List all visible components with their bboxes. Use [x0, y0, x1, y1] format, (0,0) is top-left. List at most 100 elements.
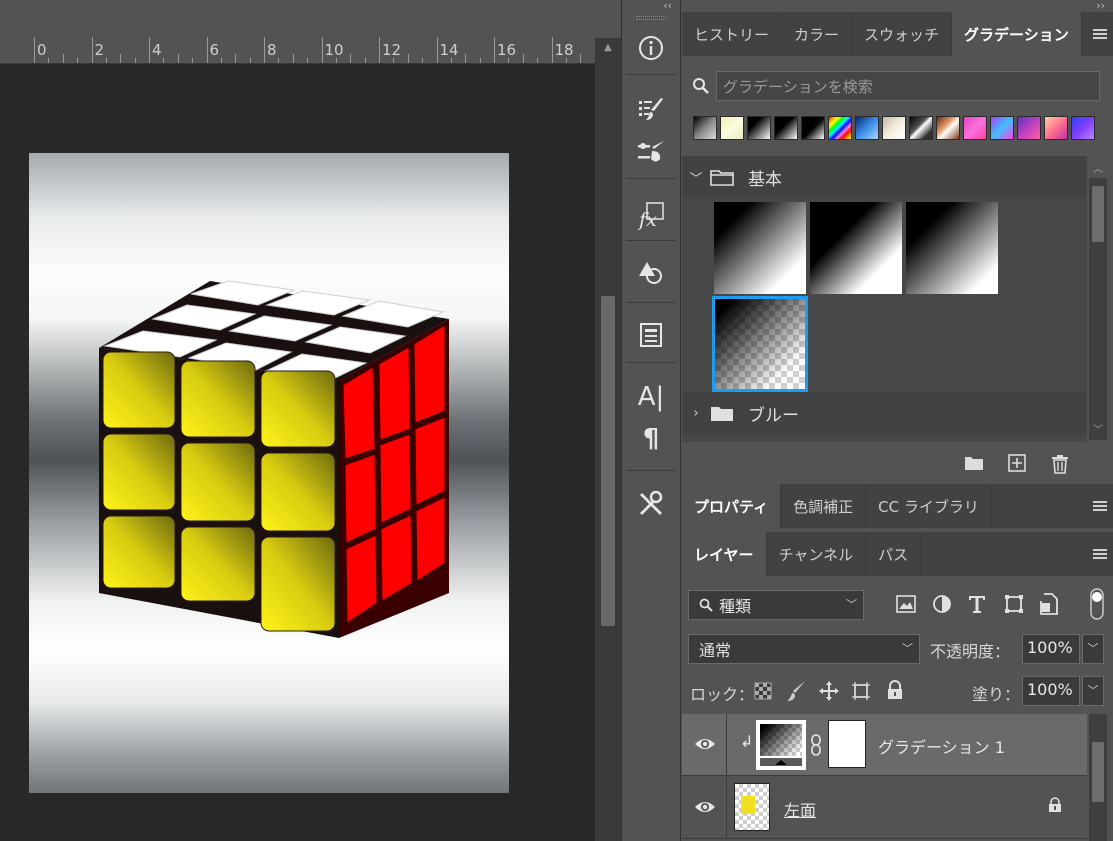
opacity-input[interactable]: 100%	[1022, 634, 1080, 664]
adjust-brushes-icon	[638, 141, 664, 162]
canvas-scroll-thumb[interactable]	[601, 296, 615, 626]
ruler-minor-tick	[537, 58, 539, 63]
chevron-right-icon[interactable]: ›	[682, 406, 710, 421]
gradient-swatch[interactable]	[693, 116, 717, 140]
fill-label: 塗り：	[972, 685, 1021, 704]
visibility-eye-icon[interactable]	[694, 736, 716, 752]
folder-blue[interactable]: › ブルー	[682, 392, 1087, 434]
layer-mask-thumbnail[interactable]	[828, 720, 866, 768]
gradient-list-scrollbar[interactable]: ︿ ﹀	[1089, 164, 1107, 440]
tab-swatches[interactable]: スウォッチ	[852, 12, 953, 56]
tab-layers[interactable]: レイヤー	[682, 532, 767, 576]
new-gradient-icon[interactable]	[1008, 454, 1026, 472]
filter-pixel-icon[interactable]	[896, 595, 916, 613]
lock-label: ロック：	[690, 685, 755, 704]
lock-image-pixels-icon[interactable]	[786, 680, 806, 702]
canvas-vertical-scrollbar[interactable]: ▲	[595, 38, 621, 841]
gradient-swatch[interactable]	[828, 116, 852, 140]
panel-menu-icon[interactable]	[1093, 27, 1107, 41]
ruler-minor-tick	[292, 54, 294, 63]
gradient-swatch[interactable]	[801, 116, 825, 140]
panel-menu-icon[interactable]	[1093, 547, 1107, 561]
ruler-minor-tick	[565, 58, 567, 63]
ruler-minor-tick	[105, 58, 107, 63]
tool-presets-button[interactable]	[622, 478, 680, 528]
brush-presets-button[interactable]	[622, 126, 680, 176]
gradient-swatch[interactable]	[747, 116, 771, 140]
filter-smart-object-icon[interactable]	[1040, 593, 1058, 615]
gradient-layer-thumbnail[interactable]	[756, 720, 806, 770]
link-icon[interactable]	[810, 734, 822, 756]
layer-row-left-face[interactable]: 左面	[682, 777, 1087, 839]
gradient-swatch[interactable]	[990, 116, 1014, 140]
new-group-folder-icon[interactable]	[964, 454, 984, 472]
tab-properties[interactable]: プロパティ	[682, 484, 782, 528]
opacity-dropdown-icon[interactable]: ﹀	[1082, 634, 1104, 664]
gradient-preset[interactable]	[810, 202, 902, 294]
notes-button[interactable]	[622, 310, 680, 360]
fill-input[interactable]: 100%	[1022, 676, 1080, 706]
gradient-swatch[interactable]	[1044, 116, 1068, 140]
filter-toggle-icon[interactable]	[1090, 588, 1104, 620]
ruler-label: 4	[152, 41, 162, 59]
canvas-area[interactable]: 0 2 4 6 8 10 12 14 16 18 ▲	[0, 0, 621, 841]
chevron-down-icon[interactable]: ﹀	[682, 168, 710, 187]
gradient-list[interactable]: ﹀ 基本 › ブルー	[682, 156, 1087, 442]
tab-paths[interactable]: パス	[866, 532, 922, 576]
info-panel-button[interactable]	[622, 23, 680, 73]
filter-shape-icon[interactable]	[1004, 594, 1024, 614]
gradient-preset[interactable]	[906, 202, 998, 294]
lock-all-icon[interactable]	[886, 680, 904, 700]
gradient-swatch[interactable]	[1071, 116, 1095, 140]
blend-mode-select[interactable]: 通常 ﹀	[688, 634, 920, 664]
layer-filter-select[interactable]: 種類 ﹀	[688, 590, 864, 620]
scroll-down-icon[interactable]: ﹀	[1089, 421, 1107, 436]
lock-artboard-icon[interactable]	[850, 680, 872, 702]
layer-thumbnail[interactable]	[734, 783, 770, 831]
layer-row-gradient-1[interactable]: ↲ グラデーション 1	[682, 714, 1087, 776]
gradient-swatch[interactable]	[963, 116, 987, 140]
horizontal-ruler[interactable]: 0 2 4 6 8 10 12 14 16 18	[0, 37, 596, 64]
tab-cc-libraries[interactable]: CC ライブラリ	[866, 484, 992, 528]
filter-type-icon[interactable]	[968, 594, 986, 614]
ruler-label: 2	[94, 41, 105, 59]
folder-basic[interactable]: ﹀ 基本	[682, 156, 1087, 198]
tab-adjustments[interactable]: 色調補正	[781, 484, 867, 528]
scroll-up-icon[interactable]: ▲	[595, 42, 621, 60]
layers-scrollbar[interactable]	[1089, 714, 1107, 841]
tab-history[interactable]: ヒストリー	[682, 12, 783, 56]
tab-color[interactable]: カラー	[782, 12, 853, 56]
gradient-search-input[interactable]: グラデーションを検索	[716, 71, 1100, 101]
visibility-eye-icon[interactable]	[694, 799, 716, 815]
gradient-preset-selected[interactable]	[712, 296, 808, 392]
styles-button[interactable]: fx	[622, 190, 680, 240]
gradient-swatch[interactable]	[909, 116, 933, 140]
scroll-up-icon[interactable]: ︿	[1089, 160, 1107, 175]
tool-strip-grip[interactable]	[636, 16, 666, 20]
gradient-swatch[interactable]	[774, 116, 798, 140]
trash-icon[interactable]	[1051, 454, 1069, 474]
gradient-swatch[interactable]	[882, 116, 906, 140]
fill-dropdown-icon[interactable]: ﹀	[1082, 676, 1104, 706]
panel-menu-icon[interactable]	[1093, 499, 1107, 513]
lock-transparent-pixels-icon[interactable]	[754, 682, 772, 700]
paragraph-panel-button[interactable]: ¶	[622, 414, 680, 464]
gradient-swatch[interactable]	[936, 116, 960, 140]
collapse-tool-strip-icon[interactable]: ‹‹	[622, 0, 680, 14]
gradient-preset[interactable]	[714, 202, 806, 294]
recent-gradients	[693, 116, 1095, 142]
tab-channels[interactable]: チャンネル	[767, 532, 867, 576]
ruler-minor-tick	[422, 58, 424, 63]
tab-gradients[interactable]: グラデーション	[952, 12, 1082, 56]
gradient-swatch[interactable]	[720, 116, 744, 140]
ruler-label: 14	[439, 41, 459, 59]
gradient-swatch[interactable]	[1017, 116, 1041, 140]
gradient-scroll-thumb[interactable]	[1092, 186, 1104, 242]
ruler-minor-tick	[249, 58, 251, 63]
document-canvas[interactable]	[29, 153, 509, 793]
gradient-swatch[interactable]	[855, 116, 879, 140]
lock-position-icon[interactable]	[818, 680, 840, 702]
shapes-button[interactable]	[622, 248, 680, 298]
layers-scroll-thumb[interactable]	[1092, 742, 1104, 802]
filter-adjustment-icon[interactable]	[932, 594, 952, 614]
